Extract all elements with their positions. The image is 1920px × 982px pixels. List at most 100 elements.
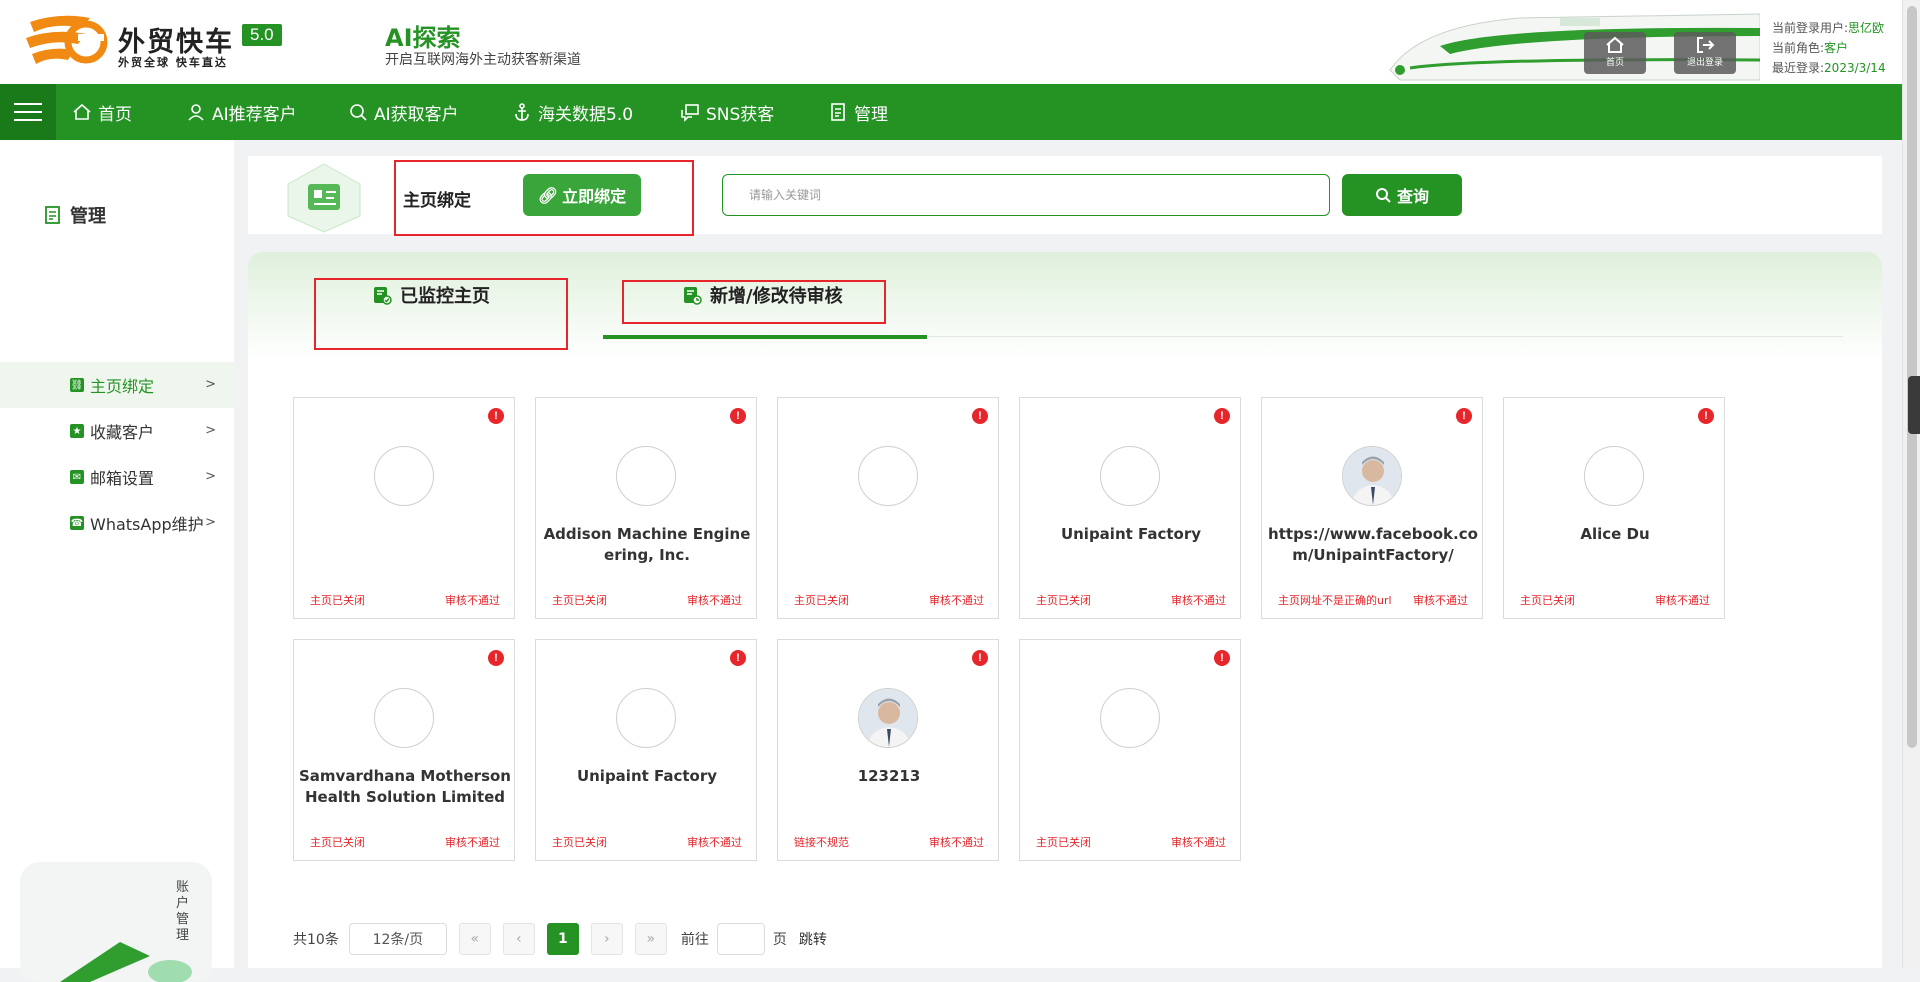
- card-name: Alice Du: [1580, 525, 1650, 543]
- whatsapp-icon: ☎: [70, 516, 84, 530]
- nav-label: AI获取客户: [374, 104, 459, 125]
- page-size-select[interactable]: 12条/页: [348, 923, 447, 955]
- home-icon: [73, 103, 91, 120]
- alert-icon: !: [1698, 408, 1714, 424]
- card-status: 主页已关闭: [1036, 594, 1091, 607]
- homepage-card[interactable]: ! Unipaint Factory 主页已关闭 审核不通过: [535, 639, 757, 861]
- card-review-status: 审核不通过: [687, 836, 742, 849]
- sidebar-item-homepage-binding[interactable]: ⛓ 主页绑定 >: [0, 362, 234, 408]
- prev-page-button[interactable]: ‹: [502, 923, 535, 955]
- avatar: [616, 688, 676, 748]
- avatar: [616, 446, 676, 506]
- query-button[interactable]: 查询: [1342, 174, 1462, 216]
- role-value: 客户: [1824, 41, 1849, 55]
- avatar: [1584, 446, 1644, 506]
- card-review-status: 审核不通过: [1171, 836, 1226, 849]
- card-review-status: 审核不通过: [445, 594, 500, 607]
- binding-toolbar: 主页绑定 🔗︎ 立即绑定 查询: [248, 156, 1882, 234]
- star-icon: ★: [70, 424, 84, 438]
- sidebar-item-label: 收藏客户: [90, 423, 155, 442]
- last-page-button[interactable]: »: [634, 923, 667, 955]
- homepage-card[interactable]: ! https://www.facebook.com/UnipaintFactor…: [1261, 397, 1483, 619]
- search-icon: [1375, 188, 1391, 203]
- account-manage-label[interactable]: 账户管理: [176, 880, 192, 944]
- sidebar-title-label: 管理: [70, 206, 106, 227]
- main-content: 已监控主页 新增/修改待审核 ! 主页已关闭 审核不通过! Addison Machi…: [248, 252, 1882, 968]
- avatar: [374, 446, 434, 506]
- chevron-right-icon: >: [205, 423, 216, 438]
- page-scrollbar[interactable]: [1902, 0, 1920, 968]
- homepage-card[interactable]: ! Addison Machine Engineering, Inc. 主页已关闭 审…: [535, 397, 757, 619]
- side-toolbar-handle[interactable]: [1908, 376, 1920, 434]
- brand-slogan: 外贸全球 快车直达: [118, 56, 228, 69]
- next-page-button[interactable]: ›: [590, 923, 623, 955]
- homepage-card[interactable]: ! Unipaint Factory 主页已关闭 审核不通过: [1019, 397, 1241, 619]
- pending-review-icon: [684, 287, 702, 305]
- nav-item-ai-acquire[interactable]: AI获取客户: [348, 84, 459, 140]
- page-unit-label: 页: [772, 932, 787, 948]
- nav-label: 海关数据5.0: [538, 104, 634, 125]
- logout-button[interactable]: 退出登录: [1674, 32, 1736, 74]
- avatar: [858, 446, 918, 506]
- sidebar-item-favorites[interactable]: ★ 收藏客户 >: [0, 408, 234, 454]
- nav-item-manage[interactable]: 管理: [828, 84, 888, 140]
- card-status: 主页已关闭: [310, 594, 365, 607]
- homepage-card[interactable]: ! Alice Du 主页已关闭 审核不通过: [1503, 397, 1725, 619]
- alert-icon: !: [488, 650, 504, 666]
- tab-monitored-pages[interactable]: 已监控主页: [372, 282, 490, 308]
- last-login-label: 最近登录:: [1772, 61, 1825, 75]
- alert-icon: !: [1214, 650, 1230, 666]
- avatar: [1100, 688, 1160, 748]
- chat-icon: [681, 104, 699, 122]
- keyword-search-input[interactable]: [722, 174, 1330, 216]
- sidebar: 管理 ⛓ 主页绑定 > ★ 收藏客户 > ✉ 邮箱设置 > ☎ WhatsApp…: [0, 140, 234, 982]
- nav-item-ai-recommend[interactable]: AI推荐客户: [186, 84, 297, 140]
- sidebar-item-whatsapp[interactable]: ☎ WhatsApp维护 >: [0, 500, 234, 546]
- header-home-button[interactable]: 首页: [1584, 32, 1646, 74]
- homepage-card[interactable]: ! 主页已关闭 审核不通过: [293, 397, 515, 619]
- monitor-check-icon: [374, 287, 392, 305]
- nav-label: AI推荐客户: [212, 104, 297, 125]
- bind-now-button[interactable]: 🔗︎ 立即绑定: [523, 174, 641, 216]
- pagination: 共10条 12条/页 « ‹ 1 › » 前往 页 跳转: [293, 922, 827, 956]
- card-name: 123213: [857, 767, 921, 785]
- homepage-card[interactable]: ! 123213 链接不规范 审核不通过: [777, 639, 999, 861]
- avatar: [1342, 446, 1402, 506]
- alert-icon: !: [972, 408, 988, 424]
- nav-item-sns[interactable]: SNS获客: [680, 84, 774, 140]
- homepage-card[interactable]: ! 主页已关闭 审核不通过: [1019, 639, 1241, 861]
- card-review-status: 审核不通过: [1171, 594, 1226, 607]
- document-icon: [45, 206, 60, 224]
- card-status: 主页已关闭: [310, 836, 365, 849]
- alert-icon: !: [1456, 408, 1472, 424]
- nav-item-home[interactable]: 首页: [72, 84, 132, 140]
- sidebar-item-label: 主页绑定: [90, 377, 155, 396]
- homepage-card[interactable]: ! 主页已关闭 审核不通过: [777, 397, 999, 619]
- last-login-value: 2023/3/14: [1824, 61, 1886, 75]
- tab-label: 新增/修改待审核: [710, 286, 843, 307]
- goto-page-input[interactable]: [716, 923, 765, 955]
- homepage-card[interactable]: ! Samvardhana Motherson Health Solution L…: [293, 639, 515, 861]
- nav-item-customs-data[interactable]: 海关数据5.0: [512, 84, 633, 140]
- goto-label: 前往: [680, 932, 709, 948]
- sidebar-item-label: WhatsApp维护: [90, 515, 204, 534]
- tab-pending-review[interactable]: 新增/修改待审核: [682, 282, 843, 308]
- chevron-right-icon: >: [205, 469, 216, 484]
- active-tab-indicator: [603, 335, 927, 339]
- total-count: 共10条: [293, 932, 339, 948]
- page-number-button[interactable]: 1: [546, 923, 579, 955]
- card-name: Unipaint Factory: [576, 767, 718, 785]
- card-review-status: 审核不通过: [445, 836, 500, 849]
- header-home-label: 首页: [1605, 58, 1624, 68]
- link-icon: ⛓: [70, 378, 84, 392]
- chevron-right-icon: >: [205, 377, 216, 392]
- avatar: [1100, 446, 1160, 506]
- menu-toggle-button[interactable]: [0, 84, 56, 140]
- first-page-button[interactable]: «: [458, 923, 491, 955]
- user-label: 当前登录用户:: [1772, 21, 1849, 35]
- document-icon: [831, 103, 845, 121]
- jump-button[interactable]: 跳转: [799, 929, 827, 949]
- sidebar-item-mail-settings[interactable]: ✉ 邮箱设置 >: [0, 454, 234, 500]
- mail-icon: ✉: [70, 470, 84, 484]
- card-status: 主页已关闭: [1036, 836, 1091, 849]
